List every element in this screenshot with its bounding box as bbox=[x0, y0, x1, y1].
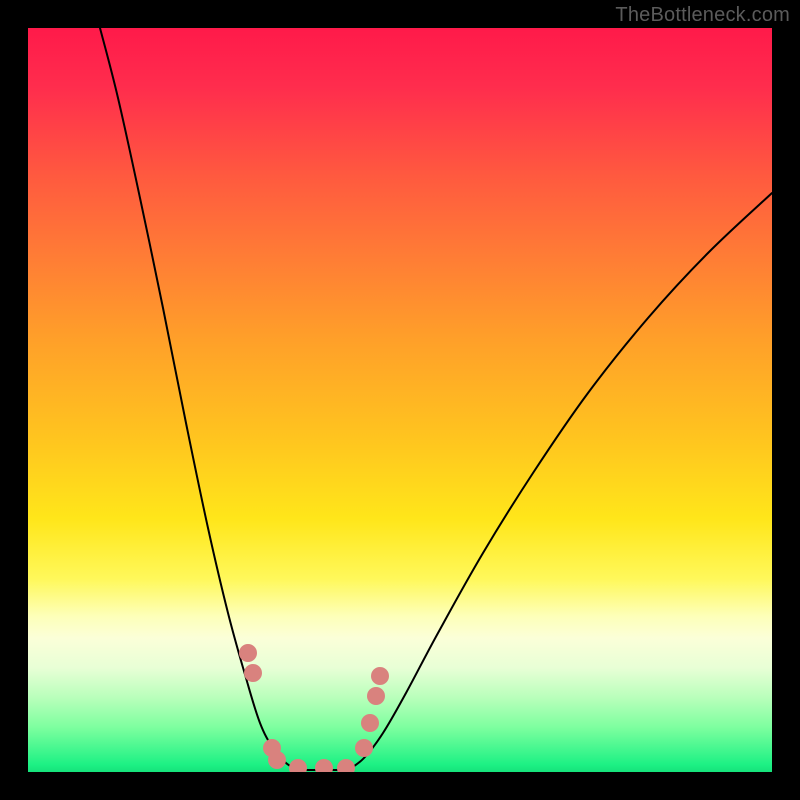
marker-point bbox=[355, 739, 373, 757]
marker-point bbox=[268, 751, 286, 769]
marker-point bbox=[315, 759, 333, 772]
marker-point bbox=[371, 667, 389, 685]
chart-lines bbox=[100, 28, 772, 770]
marker-point bbox=[337, 759, 355, 772]
chart-plot-area bbox=[28, 28, 772, 772]
watermark-text: TheBottleneck.com bbox=[615, 4, 790, 27]
series-right-curve bbox=[348, 193, 772, 770]
chart-svg bbox=[28, 28, 772, 772]
marker-point bbox=[289, 759, 307, 772]
marker-point bbox=[239, 644, 257, 662]
marker-point bbox=[367, 687, 385, 705]
marker-point bbox=[244, 664, 262, 682]
chart-markers bbox=[239, 644, 389, 772]
series-left-curve bbox=[100, 28, 298, 770]
marker-point bbox=[361, 714, 379, 732]
